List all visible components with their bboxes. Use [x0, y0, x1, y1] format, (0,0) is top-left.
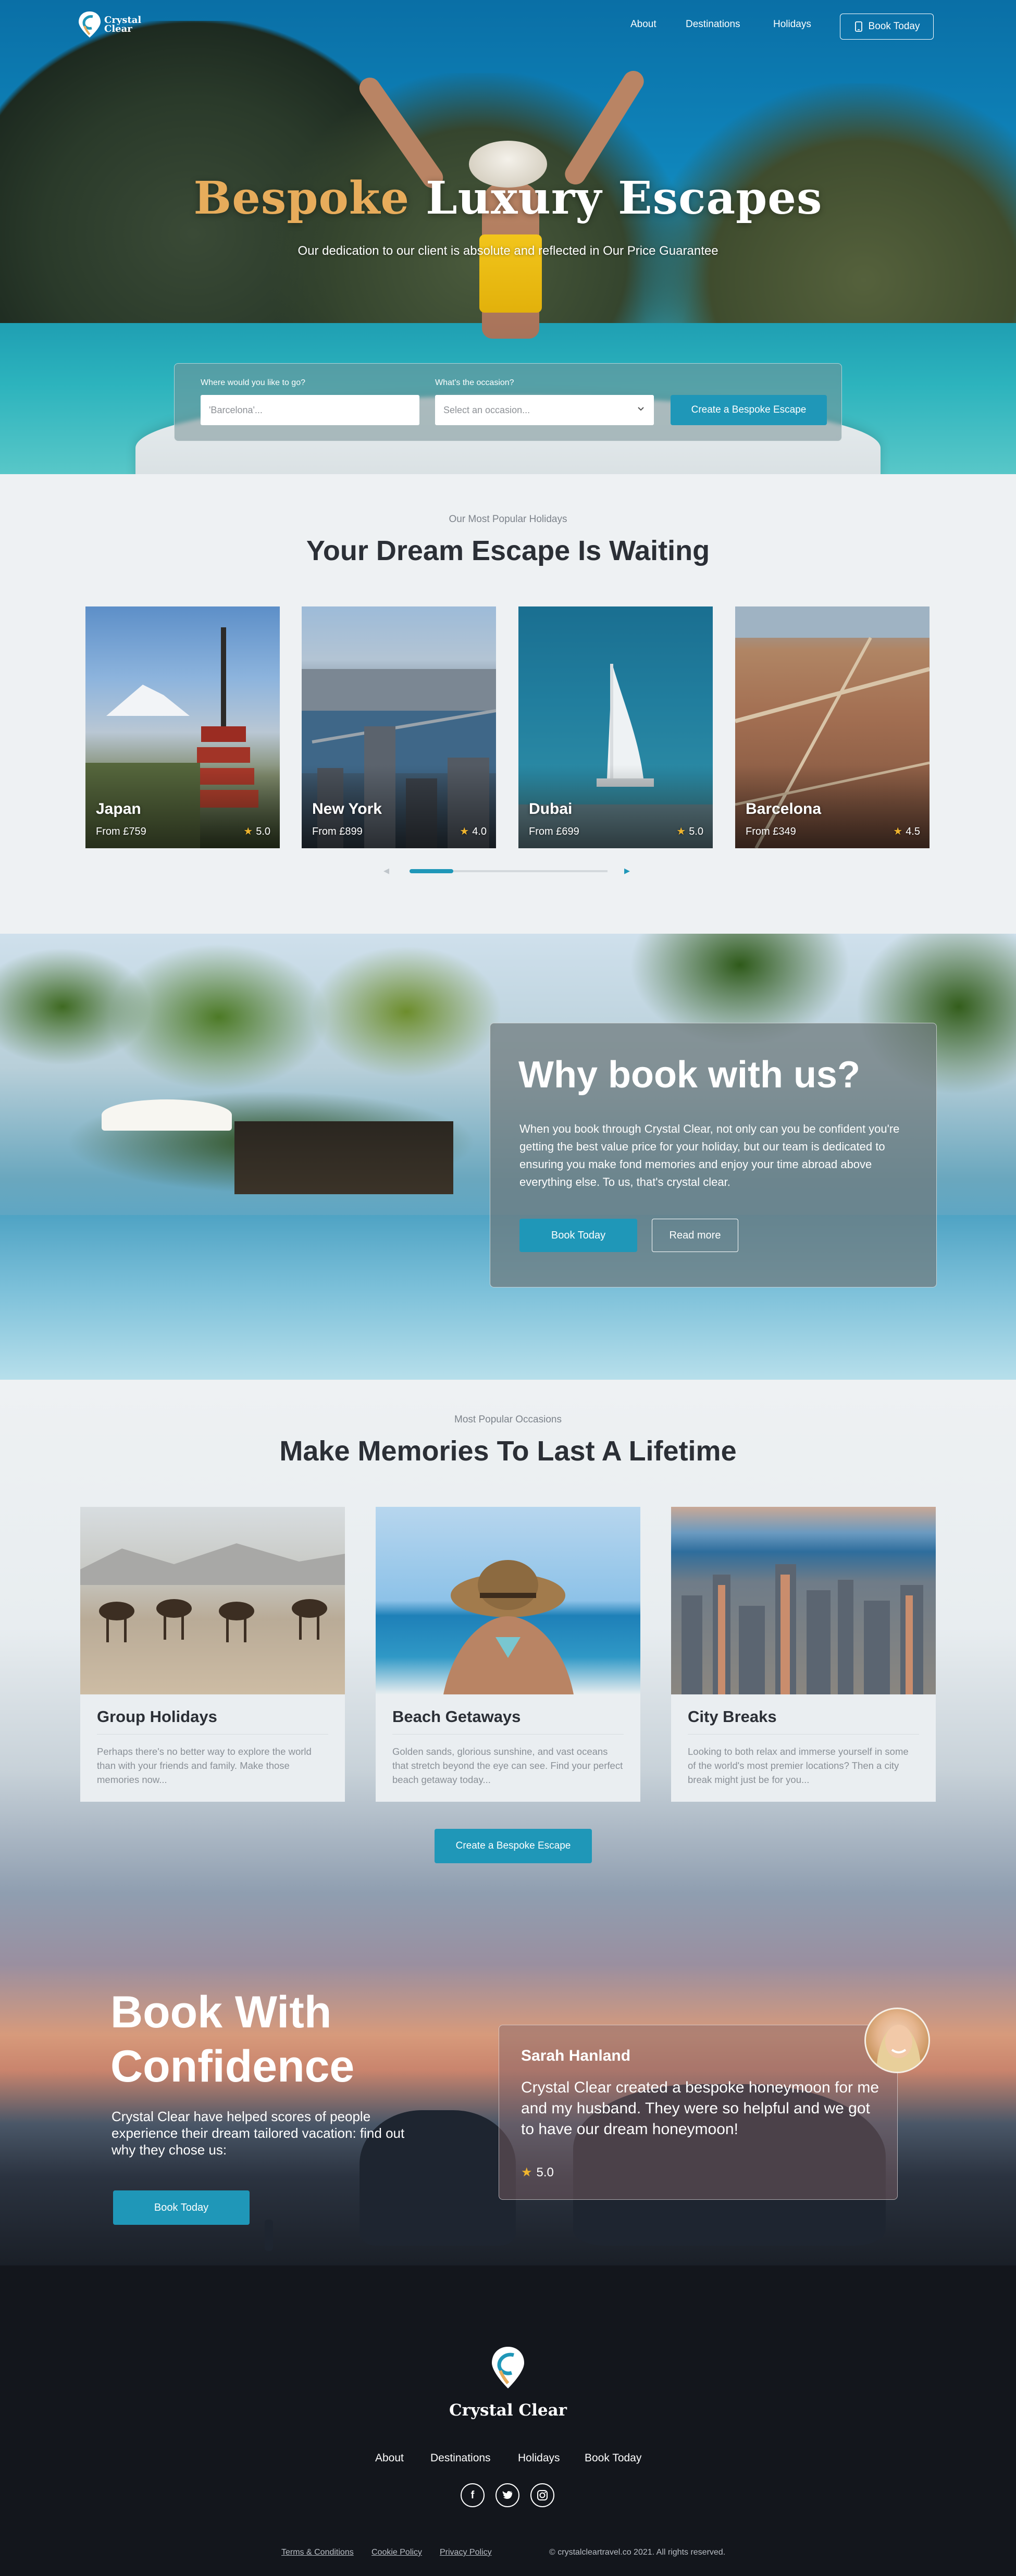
popular-eyebrow: Our Most Popular Holidays [449, 514, 567, 525]
destination-name: Japan [96, 800, 141, 818]
footer [0, 2265, 1016, 2576]
star-icon: ★ [521, 2165, 532, 2179]
occasion-desc: Looking to both relax and immerse yourse… [688, 1746, 909, 1785]
where-label: Where would you like to go? [201, 378, 305, 387]
occasion-placeholder: Select an occasion... [443, 404, 530, 415]
footer-nav-about[interactable]: About [375, 2452, 404, 2464]
occasion-title: Beach Getaways [392, 1707, 521, 1726]
why-read-more-button[interactable]: Read more [652, 1219, 738, 1252]
where-input[interactable]: 'Barcelona'... [201, 395, 419, 425]
slider-next-arrow-icon[interactable]: ▸ [624, 864, 630, 877]
occasion-select[interactable]: Select an occasion... [435, 395, 654, 425]
search-panel: Where would you like to go? 'Barcelona'.… [174, 363, 842, 441]
occasion-title: City Breaks [688, 1707, 777, 1726]
gazebo [234, 1121, 453, 1194]
star-icon: ★ [893, 826, 903, 837]
terms-link[interactable]: Terms & Conditions [281, 2548, 354, 2557]
why-card: Why book with us? When you book through … [490, 1023, 937, 1287]
why-title: Why book with us? [518, 1054, 860, 1096]
destination-name: Dubai [529, 800, 573, 818]
destination-price: From £349 [746, 826, 796, 837]
popular-title: Your Dream Escape Is Waiting [306, 535, 710, 566]
create-escape-button[interactable]: Create a Bespoke Escape [671, 395, 827, 425]
star-icon: ★ [243, 826, 253, 837]
review-quote: Crystal Clear created a bespoke honeymoo… [521, 2079, 879, 2138]
avatar [864, 2008, 930, 2073]
occasions-eyebrow: Most Popular Occasions [454, 1414, 562, 1425]
hero-title-rest: Luxury Escapes [426, 172, 823, 225]
footer-nav-destinations[interactable]: Destinations [430, 2452, 491, 2464]
review-card: Sarah Hanland Crystal Clear created a be… [499, 2025, 898, 2200]
destination-name: Barcelona [746, 800, 822, 818]
occasion-card-city[interactable]: City Breaks Looking to both relax and im… [671, 1507, 936, 1802]
chevron-down-icon [638, 407, 644, 411]
destination-price: From £899 [312, 826, 363, 837]
silhouette-person [265, 2220, 273, 2251]
confidence-subtitle: Crystal Clear have helped scores of peop… [111, 2109, 405, 2158]
logo-icon [79, 11, 101, 38]
instagram-icon[interactable] [530, 2483, 554, 2507]
cookie-policy-link[interactable]: Cookie Policy [371, 2548, 422, 2557]
umbrella [102, 1099, 232, 1131]
destination-card-japan[interactable]: Japan From £759 ★ 5.0 [85, 606, 280, 848]
destination-rating: ★ 4.0 [460, 826, 487, 837]
occasion-desc: Golden sands, glorious sunshine, and vas… [392, 1746, 623, 1785]
occasion-desc: Perhaps there's no better way to explore… [97, 1746, 312, 1785]
slider-prev-arrow-icon[interactable]: ◂ [383, 864, 389, 877]
destination-card-barcelona[interactable]: Barcelona From £349 ★ 4.5 [735, 606, 930, 848]
why-body: When you book through Crystal Clear, not… [519, 1122, 900, 1188]
hero-subtitle: Our dedication to our client is absolute… [298, 244, 718, 258]
hero-title-accent: Bespoke [193, 172, 410, 225]
footer-nav-holidays[interactable]: Holidays [518, 2452, 560, 2464]
confidence-title: Book With Confidence [110, 1987, 355, 2091]
create-escape-button[interactable]: Create a Bespoke Escape [435, 1829, 592, 1863]
destination-card-dubai[interactable]: Dubai From £699 ★ 5.0 [518, 606, 713, 848]
review-rating: ★ 5.0 [521, 2165, 554, 2179]
privacy-policy-link[interactable]: Privacy Policy [440, 2548, 492, 2557]
destination-card-new-york[interactable]: New York From £899 ★ 4.0 [302, 606, 496, 848]
copyright: © crystalcleartravel.co 2021. All rights… [549, 2548, 726, 2557]
occasion-title: Group Holidays [97, 1707, 217, 1726]
nav-book-label: Book Today [868, 21, 920, 32]
city-breaks-image [671, 1507, 936, 1694]
destination-rating: ★ 5.0 [676, 826, 703, 837]
destination-price: From £699 [529, 826, 579, 837]
footer-nav-book-today[interactable]: Book Today [585, 2452, 641, 2464]
logo-text: Crystal Clear [104, 15, 142, 34]
phone-icon [854, 21, 862, 32]
beach-getaways-image [376, 1507, 640, 1694]
footer-logo-icon[interactable] [490, 2346, 526, 2391]
brand-logo[interactable]: Crystal Clear [77, 9, 150, 41]
nav-about[interactable]: About [630, 19, 656, 30]
occasion-card-group[interactable]: Group Holidays Perhaps there's no better… [80, 1507, 345, 1802]
confidence-book-today-button[interactable]: Book Today [113, 2190, 250, 2225]
nav-holidays[interactable]: Holidays [773, 19, 811, 30]
nav-book-today-button[interactable]: Book Today [840, 14, 934, 40]
nav-destinations[interactable]: Destinations [686, 19, 740, 30]
destination-rating: ★ 4.5 [893, 826, 920, 837]
reviewer-name: Sarah Hanland [521, 2047, 631, 2064]
occasion-card-beach[interactable]: Beach Getaways Golden sands, glorious su… [376, 1507, 640, 1802]
group-holidays-image [80, 1507, 345, 1694]
occasion-label: What's the occasion? [435, 378, 514, 387]
star-icon: ★ [460, 826, 469, 837]
twitter-icon[interactable] [495, 2483, 519, 2507]
destination-name: New York [312, 800, 382, 818]
occasions-title: Make Memories To Last A Lifetime [279, 1435, 737, 1467]
hero-title: Bespoke Luxury Escapes [0, 172, 1016, 225]
destination-rating: ★ 5.0 [243, 826, 270, 837]
star-icon: ★ [676, 826, 686, 837]
footer-logo-text: Crystal Clear [449, 2401, 567, 2420]
where-placeholder: 'Barcelona'... [209, 404, 263, 415]
facebook-icon[interactable]: f [461, 2483, 485, 2507]
destination-price: From £759 [96, 826, 146, 837]
slider-progress [410, 869, 453, 873]
why-book-today-button[interactable]: Book Today [519, 1219, 637, 1252]
